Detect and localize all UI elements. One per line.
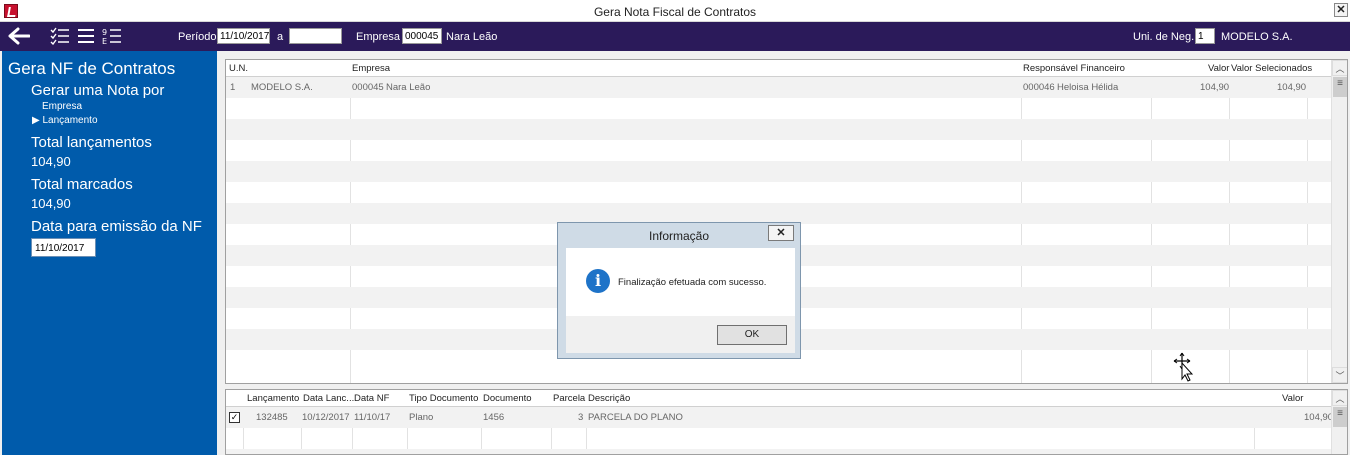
window-close-button[interactable]: ✕ <box>1334 3 1348 17</box>
column-header-valor[interactable]: Valor <box>1208 63 1229 74</box>
info-icon: i <box>586 269 610 293</box>
column-header-lancamento[interactable]: Lançamento <box>247 393 299 404</box>
row-checkbox[interactable]: ✓ <box>229 412 240 423</box>
total-marcados-label: Total marcados <box>31 176 133 193</box>
checklist-icon[interactable] <box>49 27 71 47</box>
cell-descricao: PARCELA DO PLANO <box>588 412 683 423</box>
column-header-valor-selecionados[interactable]: Valor Selecionados <box>1231 63 1312 74</box>
scroll-thumb[interactable]: ≡ <box>1333 407 1347 427</box>
cell-valor-selecionados: 104,90 <box>1277 82 1307 93</box>
column-header-parcela[interactable]: Parcela <box>553 393 585 404</box>
column-header-descricao[interactable]: Descrição <box>588 393 630 404</box>
empresa-name: Nara Leão <box>446 31 498 43</box>
periodo-start-field[interactable]: 11/10/2017 <box>217 28 270 44</box>
dialog-title: Informação <box>648 229 710 243</box>
dialog-footer: OK <box>566 316 795 353</box>
unineg-code-field[interactable]: 1 <box>1195 28 1215 44</box>
column-header-documento[interactable]: Documento <box>483 393 532 404</box>
numbered-list-icon[interactable]: 9E <box>101 27 123 47</box>
ok-button[interactable]: OK <box>717 325 787 345</box>
periodo-end-field[interactable] <box>289 28 342 44</box>
periodo-label: Período <box>178 31 217 43</box>
cell-resp-code: 000046 <box>1023 82 1055 93</box>
move-cursor-icon <box>1173 352 1194 382</box>
cell-tipo-documento: Plano <box>409 412 434 423</box>
scroll-up-icon[interactable]: ︿ <box>1332 60 1347 76</box>
toolbar: 9E Período 11/10/2017 a Empresa 000045 N… <box>0 22 1350 51</box>
table-row[interactable]: 1 MODELO S.A. 000045 Nara Leão 000046 He… <box>226 77 1347 98</box>
cell-documento: 1456 <box>483 412 505 423</box>
total-lancamentos-value: 104,90 <box>31 154 71 169</box>
total-lancamentos-label: Total lançamentos <box>31 134 152 151</box>
svg-text:9: 9 <box>102 28 107 37</box>
column-header-responsavel[interactable]: Responsável Financeiro <box>1023 63 1125 74</box>
dialog-close-button[interactable]: ✕ <box>768 225 794 241</box>
cell-valor: 104,90 <box>1200 82 1230 93</box>
data-emissao-field[interactable]: 11/10/2017 <box>31 238 96 257</box>
column-header-empresa[interactable]: Empresa <box>352 63 390 74</box>
window-titlebar: Gera Nota Fiscal de Contratos ✕ <box>0 0 1350 22</box>
option-empresa[interactable]: Empresa <box>42 101 82 112</box>
svg-text:E: E <box>102 37 107 45</box>
cell-empresa-code: 000045 <box>352 82 384 93</box>
column-header-tipo-documento[interactable]: Tipo Documento <box>409 393 478 404</box>
cell-data-lanc: 10/12/2017 <box>302 412 350 423</box>
scroll-up-icon[interactable]: ︿ <box>1332 390 1347 406</box>
scroll-thumb[interactable]: ≡ <box>1333 77 1347 97</box>
dialog-body: i Finalização efetuada com sucesso. <box>566 248 795 316</box>
empresa-code-field[interactable]: 000045 <box>402 28 442 44</box>
cell-parcela: 3 <box>578 412 584 423</box>
total-marcados-value: 104,90 <box>31 196 71 211</box>
sidebar: Gera NF de Contratos Gerar uma Nota por … <box>2 51 217 455</box>
entries-grid-scrollbar[interactable]: ︿ ≡ <box>1331 390 1347 454</box>
cell-lancamento: 132485 <box>256 412 288 423</box>
entries-grid-header: Lançamento Data Lanc... Data NF Tipo Doc… <box>226 390 1347 407</box>
data-emissao-label: Data para emissão da NF <box>31 218 202 235</box>
option-lancamento[interactable]: ▶ Lançamento <box>32 115 98 126</box>
table-row[interactable]: ✓ 132485 10/12/2017 11/10/17 Plano 1456 … <box>226 407 1347 428</box>
window-title: Gera Nota Fiscal de Contratos <box>593 5 757 19</box>
arrow-left-icon[interactable] <box>8 27 31 47</box>
cell-empresa-name: Nara Leão <box>386 82 431 93</box>
column-header-un[interactable]: U.N. <box>229 63 248 74</box>
column-header-valor[interactable]: Valor <box>1282 393 1303 404</box>
dialog-message: Finalização efetuada com sucesso. <box>618 277 767 288</box>
unineg-name: MODELO S.A. <box>1221 31 1293 43</box>
cell-resp-name: Heloisa Hélida <box>1057 82 1119 93</box>
contracts-grid-scrollbar[interactable]: ︿ ≡ ﹀ <box>1331 60 1347 383</box>
info-dialog: Informação ✕ i Finalização efetuada com … <box>557 222 801 359</box>
empresa-label: Empresa <box>356 31 401 43</box>
sidebar-title: Gera NF de Contratos <box>8 59 176 78</box>
column-header-data-nf[interactable]: Data NF <box>354 393 389 404</box>
periodo-separator: a <box>277 31 284 43</box>
cell-un: 1 <box>230 82 236 93</box>
contracts-grid-header: U.N. Empresa Responsável Financeiro Valo… <box>226 60 1347 77</box>
list-icon[interactable] <box>75 27 97 47</box>
entries-grid: Lançamento Data Lanc... Data NF Tipo Doc… <box>225 389 1348 455</box>
cell-valor: 104,90 <box>1304 412 1334 423</box>
column-header-data-lanc[interactable]: Data Lanc... <box>303 393 354 404</box>
gerar-label: Gerar uma Nota por <box>31 82 165 99</box>
cell-data-nf: 11/10/17 <box>354 412 391 423</box>
unineg-label: Uni. de Neg. <box>1133 31 1195 43</box>
cell-un-name: MODELO S.A. <box>251 82 313 93</box>
scroll-down-icon[interactable]: ﹀ <box>1332 367 1347 383</box>
